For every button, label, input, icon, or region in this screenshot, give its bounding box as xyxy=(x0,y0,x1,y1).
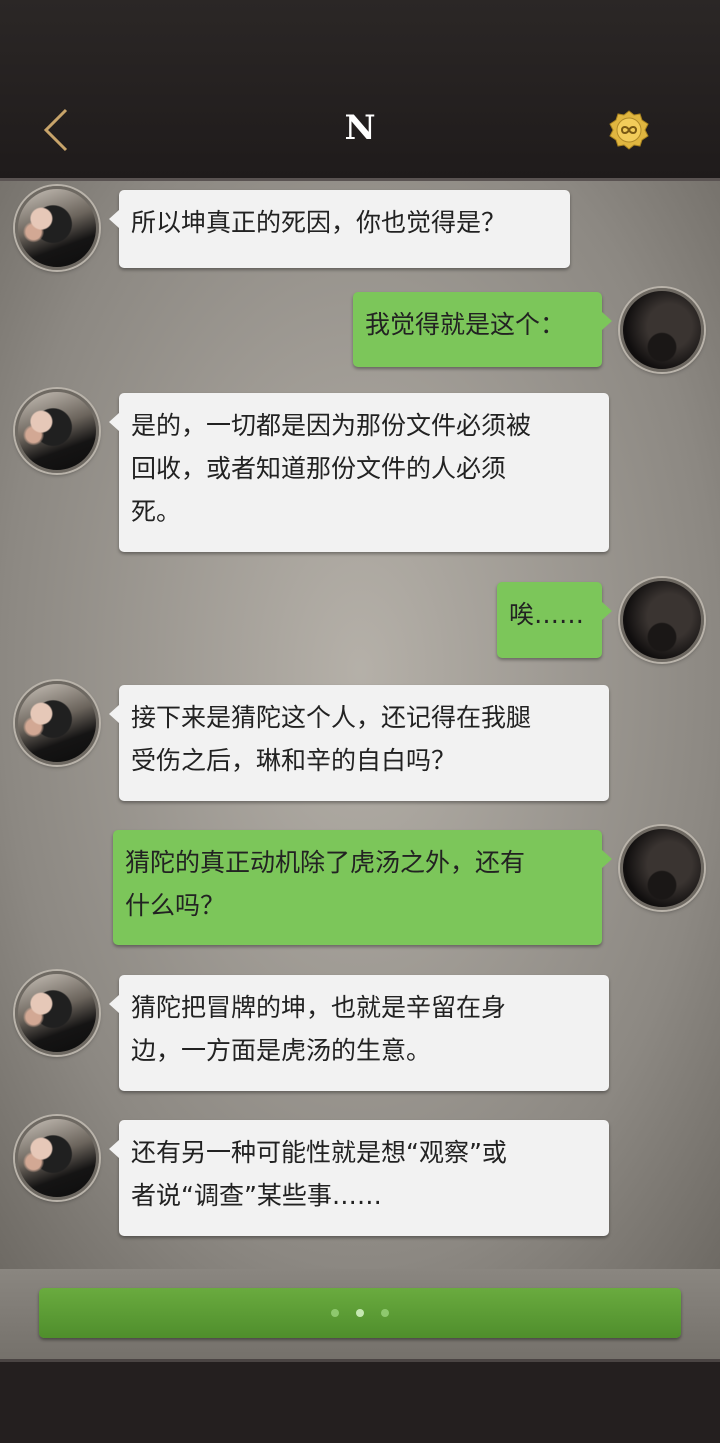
avatar[interactable] xyxy=(15,389,99,473)
message-line: 边，一方面是虎汤的生意。 xyxy=(131,1036,432,1065)
bottom-bar xyxy=(0,1359,720,1443)
message-line: 回收，或者知道那份文件的人必须 xyxy=(131,454,507,483)
message-line: 还有另一种可能性就是想“观察”或 xyxy=(131,1138,507,1167)
message-text: 我觉得就是这个： xyxy=(365,310,566,339)
message-line: 猜陀的真正动机除了虎汤之外，还有 xyxy=(125,848,526,877)
incoming-message: 所以坤真正的死因，你也觉得是？ xyxy=(109,190,570,268)
message-line: 接下来是猜陀这个人，还记得在我腿 xyxy=(131,703,532,732)
infinity-coin-icon[interactable] xyxy=(609,110,649,150)
incoming-message: 是的，一切都是因为那份文件必须被 回收，或者知道那份文件的人必须 死。 xyxy=(109,393,609,552)
message-text: 所以坤真正的死因，你也觉得是？ xyxy=(131,208,507,237)
outgoing-message: 猜陀的真正动机除了虎汤之外，还有 什么吗？ xyxy=(113,830,612,945)
message-line: 猜陀把冒牌的坤，也就是辛留在身 xyxy=(131,993,507,1022)
message-line: 者说“调查”某些事…… xyxy=(131,1181,382,1210)
avatar[interactable] xyxy=(620,826,704,910)
avatar[interactable] xyxy=(15,971,99,1055)
message-line: 是的，一切都是因为那份文件必须被 xyxy=(131,411,532,440)
outgoing-message: 我觉得就是这个： xyxy=(353,292,612,367)
message-text: 唉…… xyxy=(509,600,585,629)
incoming-message: 猜陀把冒牌的坤，也就是辛留在身 边，一方面是虎汤的生意。 xyxy=(109,975,609,1091)
avatar[interactable] xyxy=(620,288,704,372)
avatar[interactable] xyxy=(15,681,99,765)
outgoing-message: 唉…… xyxy=(497,582,612,658)
incoming-message: 还有另一种可能性就是想“观察”或 者说“调查”某些事…… xyxy=(109,1120,609,1236)
typing-dot xyxy=(356,1309,364,1317)
message-line: 什么吗？ xyxy=(125,891,226,920)
avatar[interactable] xyxy=(620,578,704,662)
avatar[interactable] xyxy=(15,186,99,270)
typing-dot xyxy=(381,1309,389,1317)
reply-option-button[interactable] xyxy=(39,1288,681,1338)
avatar[interactable] xyxy=(15,1116,99,1200)
incoming-message: 接下来是猜陀这个人，还记得在我腿 受伤之后，琳和辛的自白吗？ xyxy=(109,685,609,801)
chat-area[interactable]: 所以坤真正的死因，你也觉得是？ 我觉得就是这个： 是的，一切都是因为那份文件必须… xyxy=(0,181,720,1269)
typing-dot xyxy=(331,1309,339,1317)
top-bar: N xyxy=(0,0,720,181)
message-line: 受伤之后，琳和辛的自白吗？ xyxy=(131,746,457,775)
message-line: 死。 xyxy=(131,497,182,526)
